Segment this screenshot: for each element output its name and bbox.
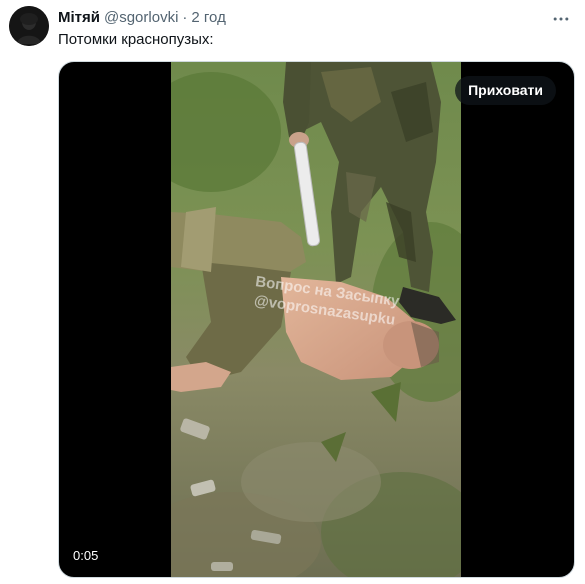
video-player[interactable]: Вопрос на Засыпку @voprosnazasupku Прихо… (58, 61, 575, 578)
timestamp[interactable]: 2 год (191, 9, 225, 26)
user-handle[interactable]: @sgorlovki (104, 9, 178, 26)
tweet[interactable]: Мітяй @sgorlovki · 2 год Потомки красноп… (0, 0, 585, 584)
tweet-header: Мітяй @sgorlovki · 2 год (58, 9, 226, 27)
avatar-image (9, 6, 49, 46)
more-horizontal-icon (553, 17, 569, 21)
more-options-button[interactable] (546, 6, 576, 32)
separator-dot: · (182, 9, 188, 26)
hide-media-button[interactable]: Приховати (455, 76, 556, 105)
video-duration: 0:05 (73, 548, 99, 563)
tweet-text: Потомки краснопузых: (58, 31, 214, 48)
video-thumbnail (171, 62, 461, 577)
video-frame[interactable]: Вопрос на Засыпку @voprosnazasupku (171, 62, 461, 577)
display-name[interactable]: Мітяй (58, 9, 100, 26)
avatar[interactable] (9, 6, 49, 46)
